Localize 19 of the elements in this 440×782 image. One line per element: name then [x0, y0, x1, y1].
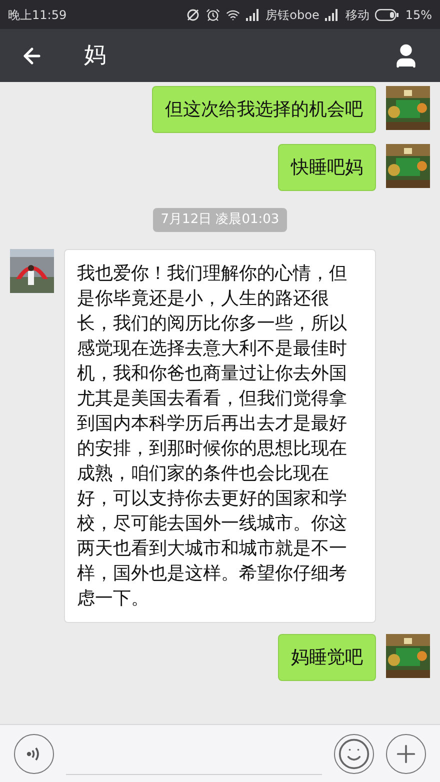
battery-text: 15% [405, 6, 432, 24]
message-bubble: 我也爱你！我们理解你的心情，但是你毕竟还是小，人生的路还很长，我们的阅历比你多一些，所以感觉现在选择去意大利不是最佳时机，我和你爸也商量过让你去外国尤其是美国去看看，但我们觉得拿到国内本科学历后再出去才是最好的安排，到那时候你的思想比现在成熟，咱们家的条件也会比现在好，可以支持你去更好的国家和学校，尽可能去国外一线城市。你这两天也看到大城市和城市就是不一样，国外也是这样。希望你仔细考虑一下。 [64, 248, 376, 622]
message-bubble: 但这次给我选择的机会吧 [152, 86, 376, 133]
alarm-icon [206, 8, 220, 22]
chat-title: 妈 [84, 42, 106, 70]
carrier-text: 移动 [345, 6, 370, 24]
clock-text: 晚上11:59 [8, 6, 67, 24]
voice-button[interactable] [14, 734, 54, 774]
signal-icon [325, 8, 340, 20]
signal-icon [246, 8, 260, 20]
emoji-button[interactable] [334, 734, 374, 774]
battery-icon [375, 8, 400, 20]
smile-icon [337, 736, 371, 770]
carrier-text: 房铥oboe [266, 6, 320, 24]
wifi-icon [226, 8, 240, 22]
plus-button[interactable] [386, 734, 426, 774]
timestamp: 7月12日 凌晨01:03 [152, 208, 288, 232]
message-bubble: 快睡吧妈 [278, 144, 376, 191]
message-bubble: 妈睡觉吧 [278, 634, 376, 680]
